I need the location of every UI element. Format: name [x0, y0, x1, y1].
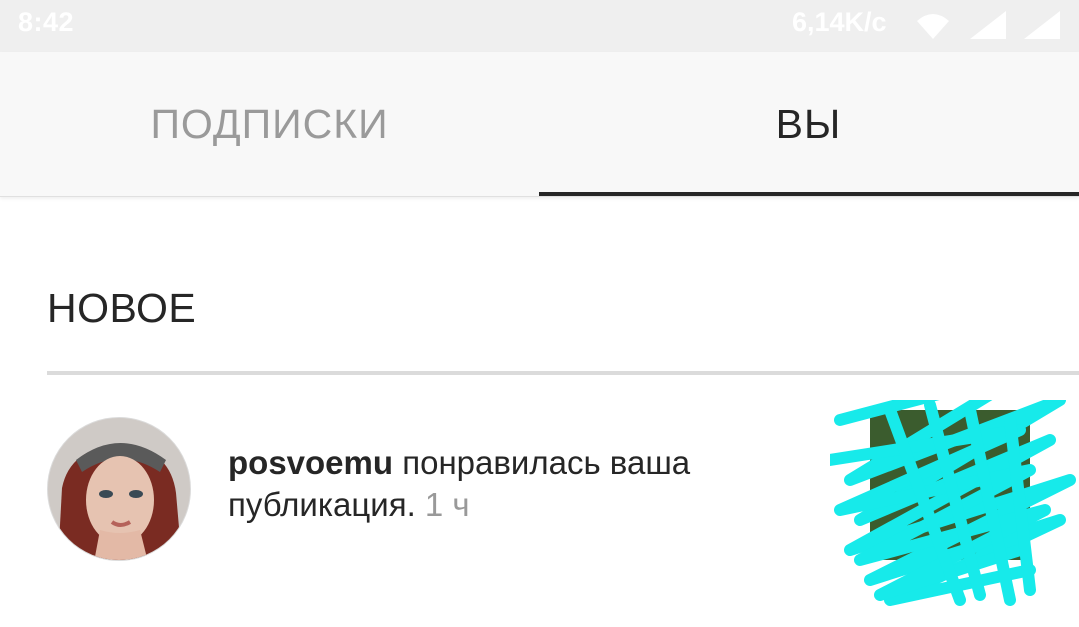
- notification-time: 1 ч: [424, 486, 470, 523]
- notification-text: posvoemu понравилась ваша публикация. 1 …: [228, 442, 788, 526]
- section-title: НОВОЕ: [47, 285, 197, 331]
- signal-icon: [1022, 9, 1062, 46]
- notification-row[interactable]: posvoemu понравилась ваша публикация. 1 …: [0, 364, 1079, 606]
- network-speed: 6,14K/c: [792, 7, 887, 37]
- activity-tab-bar: ПОДПИСКИ ВЫ: [0, 52, 1079, 197]
- wifi-icon: [913, 9, 953, 46]
- user-avatar[interactable]: [47, 417, 191, 561]
- tab-you[interactable]: ВЫ: [539, 52, 1078, 197]
- tab-following-label: ПОДПИСКИ: [150, 101, 389, 147]
- active-tab-indicator: [539, 192, 1079, 196]
- post-thumbnail[interactable]: [824, 364, 1079, 610]
- status-time: 8:42: [18, 7, 75, 37]
- tab-you-label: ВЫ: [775, 101, 842, 147]
- tab-following[interactable]: ПОДПИСКИ: [0, 52, 539, 197]
- section-divider: [47, 371, 1079, 375]
- notification-username[interactable]: posvoemu: [228, 444, 393, 481]
- status-bar: 8:42 6,14K/c: [0, 0, 1079, 52]
- signal-icon: [968, 9, 1008, 46]
